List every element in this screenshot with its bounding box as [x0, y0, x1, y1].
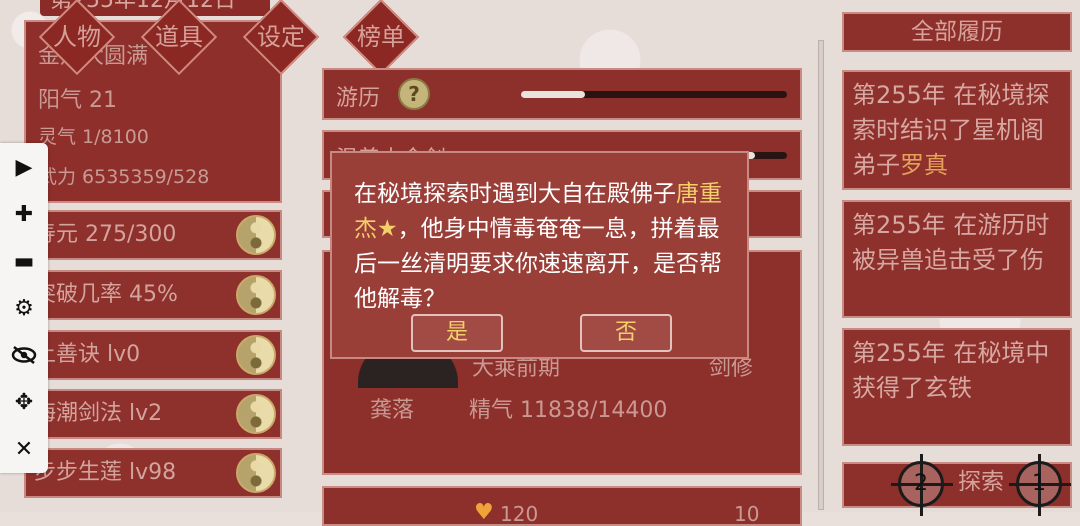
heart-icon: ♥	[474, 500, 494, 525]
help-icon[interactable]: ?	[398, 78, 430, 110]
dialog-text-before: 在秘境探索时遇到大自在殿佛子	[354, 181, 676, 207]
floating-toolbar: ▶ ✚ ▬ ⚙ ✥ ✕	[0, 143, 48, 473]
yinyang-icon	[236, 335, 276, 375]
skill-label: 上善诀 lv0	[34, 342, 141, 367]
history-entry-text: 第255年 在秘境中获得了玄铁	[852, 339, 1050, 402]
close-icon[interactable]: ✕	[0, 429, 48, 469]
yangqi-stat: 阳气 21	[38, 88, 117, 113]
gear-icon[interactable]: ⚙	[0, 288, 48, 328]
history-entry-text: 第255年 在游历时被异兽追击受了伤	[852, 211, 1050, 274]
event-dialog: 在秘境探索时遇到大自在殿佛子唐重杰★，他身中情毒奄奄一息，拼着最后一丝清明要求你…	[330, 151, 749, 359]
eye-off-icon[interactable]	[0, 335, 48, 375]
nav-character[interactable]: 人物	[38, 0, 116, 76]
history-entry-1: 第255年 在秘境探索时结识了星机阁弟子罗真	[842, 70, 1072, 190]
center-bottom-row[interactable]: ♥ 120 10	[322, 486, 802, 526]
skill-breakthrough[interactable]: 突破几率 45%	[24, 270, 282, 320]
skill-haichao[interactable]: 海潮剑法 lv2	[24, 389, 282, 439]
dialog-message: 在秘境探索时遇到大自在殿佛子唐重杰★，他身中情毒奄奄一息，拼着最后一丝清明要求你…	[354, 177, 734, 317]
yinyang-icon	[236, 453, 276, 493]
lingqi-stat: 灵气 1/8100	[38, 126, 149, 148]
character-name: 龚落	[370, 398, 415, 423]
travel-progress	[521, 91, 787, 98]
skill-label: 步步生莲 lv98	[34, 460, 177, 485]
travel-row[interactable]: 游历 ?	[322, 68, 802, 120]
yinyang-icon	[236, 215, 276, 255]
wuli-stat: 武力 6535359/528	[38, 166, 210, 188]
skill-label: 寿元 275/300	[34, 222, 177, 247]
skill-shangshan[interactable]: 上善诀 lv0	[24, 330, 282, 380]
history-entry-name: 罗真	[900, 151, 948, 179]
skill-label: 海潮剑法 lv2	[34, 401, 163, 426]
history-entry-3: 第255年 在秘境中获得了玄铁	[842, 328, 1072, 446]
history-title[interactable]: 全部履历	[842, 12, 1072, 52]
character-jingqi: 精气 11838/14400	[469, 398, 668, 423]
plus-icon[interactable]: ✚	[0, 194, 48, 234]
nav-settings[interactable]: 设定	[242, 0, 320, 76]
yinyang-icon	[236, 275, 276, 315]
explore-label: 探索	[958, 469, 1004, 495]
history-entry-text: 第255年 在秘境探索时结识了星机阁弟子	[852, 81, 1050, 179]
target-marker-2[interactable]: 2	[891, 454, 953, 516]
target-marker-1[interactable]: 1	[1009, 454, 1071, 516]
bottom-number-1: 120	[500, 502, 539, 526]
travel-label: 游历	[336, 86, 381, 111]
skill-label: 突破几率 45%	[34, 282, 178, 307]
play-icon[interactable]: ▶	[0, 147, 48, 187]
yinyang-icon	[236, 394, 276, 434]
bottom-number-2: 10	[734, 502, 760, 526]
no-button[interactable]: 否	[580, 314, 672, 352]
nav-items[interactable]: 道具	[140, 0, 218, 76]
skill-bubu[interactable]: 步步生莲 lv98	[24, 448, 282, 498]
scrollbar[interactable]	[818, 40, 824, 510]
skill-lifespan[interactable]: 寿元 275/300	[24, 210, 282, 260]
nav-ranking[interactable]: 榜单	[342, 0, 420, 76]
yes-button[interactable]: 是	[411, 314, 503, 352]
history-entry-2: 第255年 在游历时被异兽追击受了伤	[842, 200, 1072, 318]
move-icon[interactable]: ✥	[0, 382, 48, 422]
dialog-text-after: ，他身中情毒奄奄一息，拼着最后一丝清明要求你速速离开，是否帮他解毒？	[354, 216, 722, 312]
minus-icon[interactable]: ▬	[0, 241, 48, 281]
